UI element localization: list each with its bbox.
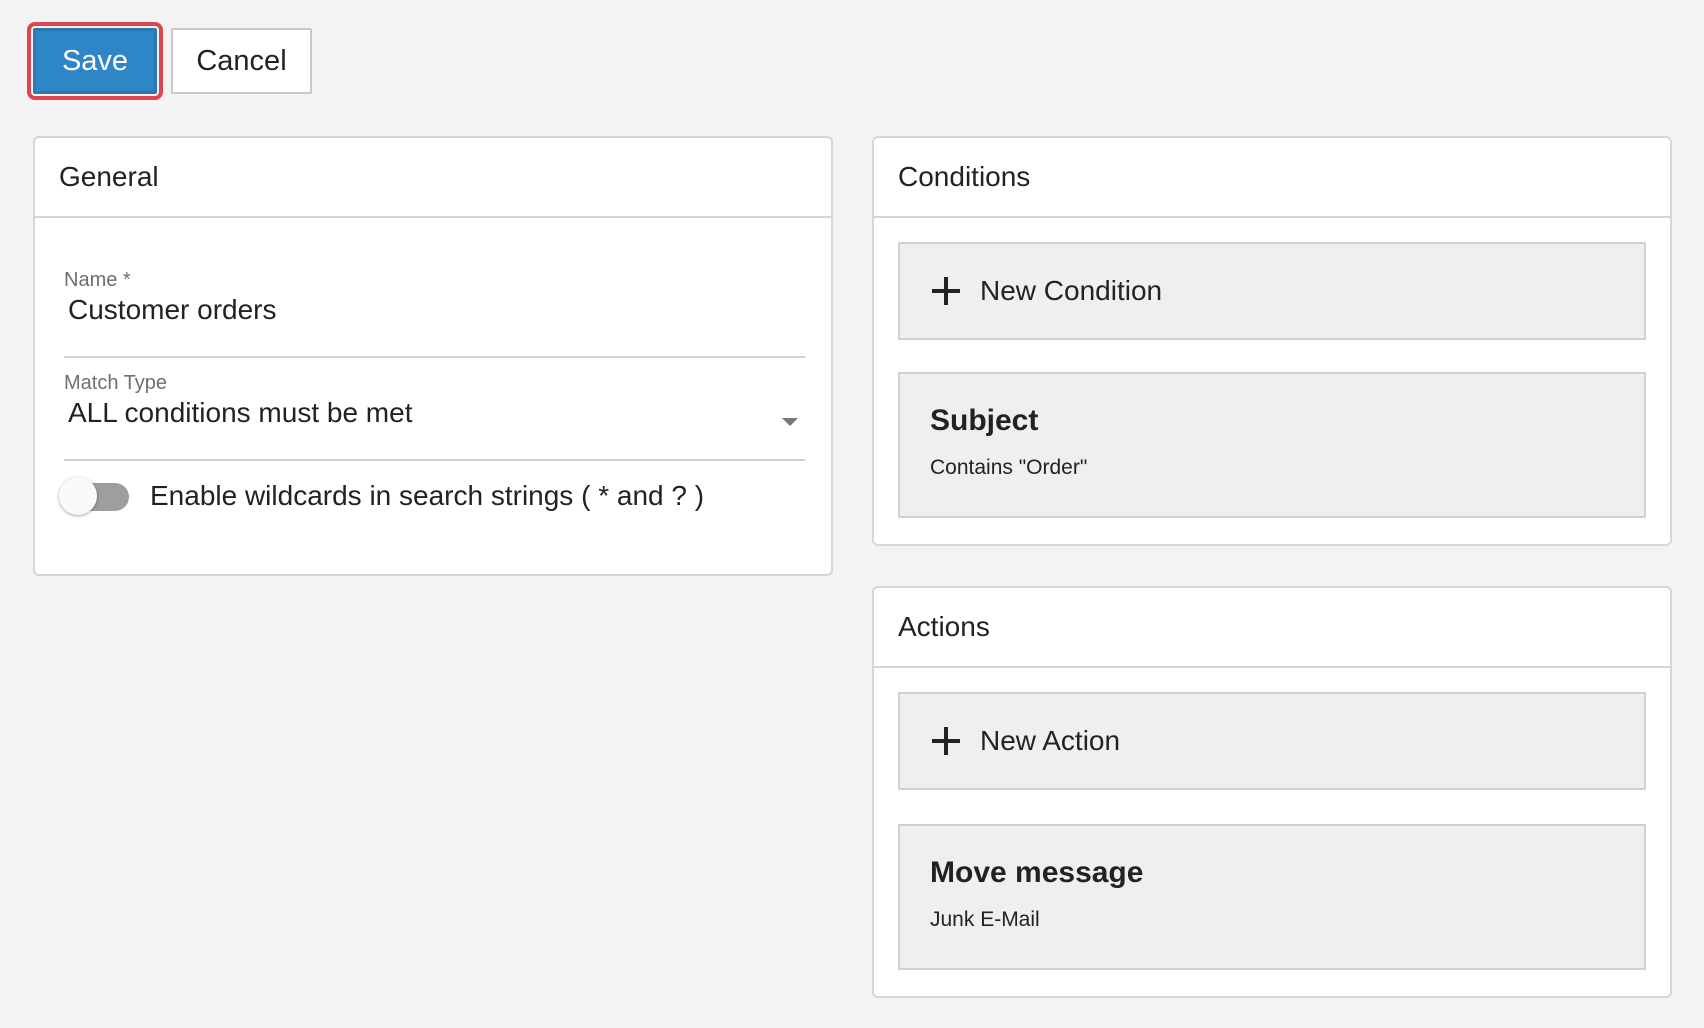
toggle-knob xyxy=(59,477,97,515)
plus-icon xyxy=(932,277,960,305)
wildcards-toggle[interactable] xyxy=(59,476,131,516)
toolbar: Save Cancel xyxy=(27,22,312,100)
name-field-value[interactable]: Customer orders xyxy=(64,292,805,328)
match-type-value[interactable]: ALL conditions must be met xyxy=(64,395,805,431)
cancel-button[interactable]: Cancel xyxy=(171,28,312,94)
match-type-select[interactable]: Match Type ALL conditions must be met xyxy=(64,371,805,461)
condition-card[interactable]: Subject Contains "Order" xyxy=(898,372,1646,518)
new-action-button[interactable]: New Action xyxy=(898,692,1646,790)
save-button[interactable]: Save xyxy=(27,22,163,100)
name-field-label: Name * xyxy=(64,269,131,291)
match-type-label: Match Type xyxy=(64,372,168,394)
plus-icon xyxy=(932,727,960,755)
general-panel: General Name * Customer orders Match Typ… xyxy=(33,136,833,576)
rule-editor-page: Save Cancel General Name * Customer orde… xyxy=(0,0,1704,1028)
actions-panel-title: Actions xyxy=(874,588,1670,668)
wildcards-toggle-row: Enable wildcards in search strings ( * a… xyxy=(59,476,704,516)
condition-title: Subject xyxy=(930,404,1039,437)
conditions-panel: Conditions New Condition Subject Contain… xyxy=(872,136,1672,546)
chevron-down-icon[interactable] xyxy=(782,418,798,426)
actions-panel: Actions New Action Move message Junk E-M… xyxy=(872,586,1672,998)
wildcards-toggle-label: Enable wildcards in search strings ( * a… xyxy=(150,480,705,511)
conditions-panel-title: Conditions xyxy=(874,138,1670,218)
action-card[interactable]: Move message Junk E-Mail xyxy=(898,824,1646,970)
new-condition-label: New Condition xyxy=(980,275,1163,306)
action-title: Move message xyxy=(930,856,1144,889)
general-panel-title: General xyxy=(35,138,831,218)
condition-detail: Contains "Order" xyxy=(930,456,1088,479)
new-action-label: New Action xyxy=(980,725,1121,756)
name-field[interactable]: Name * Customer orders xyxy=(64,268,805,358)
action-detail: Junk E-Mail xyxy=(930,908,1040,931)
new-condition-button[interactable]: New Condition xyxy=(898,242,1646,340)
